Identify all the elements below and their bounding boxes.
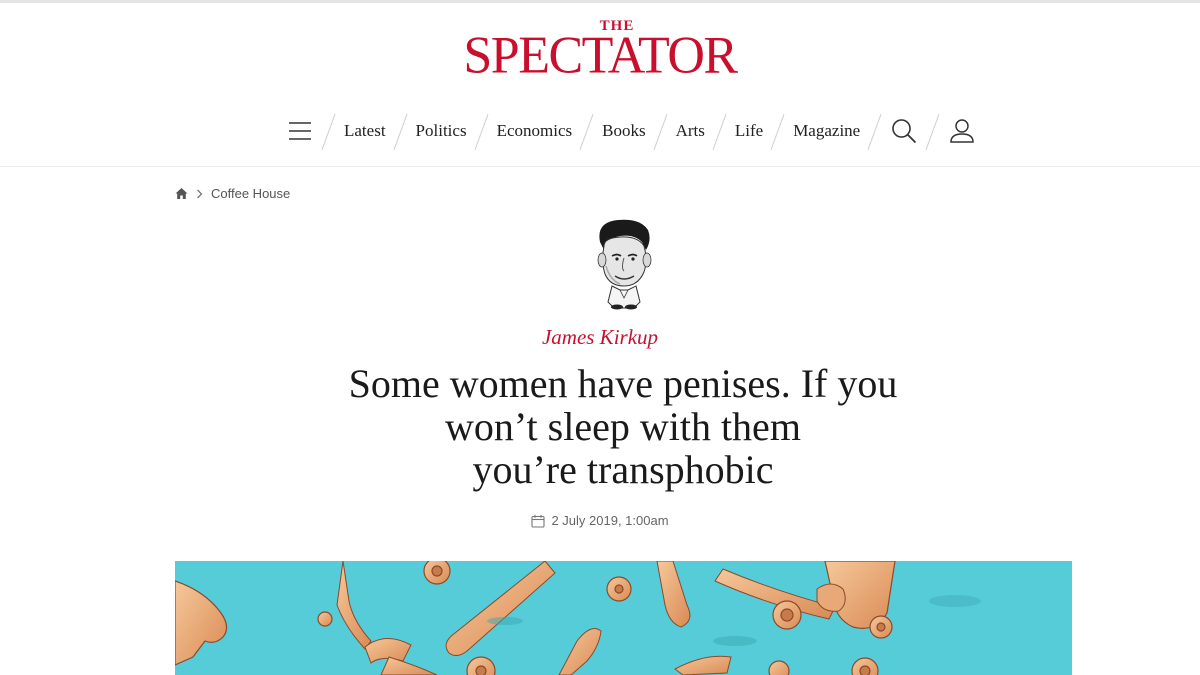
nav-item-politics[interactable]: Politics (416, 121, 467, 141)
site-logo[interactable]: THE SPECTATOR (0, 19, 1200, 85)
article-headline: Some women have penises. If you won’t sl… (300, 362, 946, 491)
author-avatar[interactable] (590, 216, 658, 310)
publish-date: 2 July 2019, 1:00am (0, 513, 1200, 528)
nav-item-life[interactable]: Life (735, 121, 763, 141)
nav-separator (390, 111, 412, 151)
home-icon[interactable] (175, 187, 188, 200)
nav-item-books[interactable]: Books (602, 121, 645, 141)
author-name[interactable]: James Kirkup (0, 325, 1200, 350)
logo-wordmark: SPECTATOR (463, 26, 738, 85)
main-nav-items: Latest Politics Economics Books Arts Lif… (286, 111, 976, 151)
header-divider (0, 166, 1200, 167)
nav-separator (864, 111, 886, 151)
publish-date-text: 2 July 2019, 1:00am (551, 513, 669, 528)
headline-line: you’re transphobic (472, 447, 774, 492)
search-icon[interactable] (890, 111, 918, 151)
chevron-right-icon (196, 189, 203, 199)
nav-item-arts[interactable]: Arts (676, 121, 705, 141)
headline-line: Some women have penises. If you (348, 361, 898, 406)
user-account-icon[interactable] (948, 111, 976, 151)
nav-item-latest[interactable]: Latest (344, 121, 386, 141)
nav-separator (576, 111, 598, 151)
breadcrumb: Coffee House (175, 186, 290, 201)
nav-separator (318, 111, 340, 151)
calendar-icon (531, 514, 546, 528)
main-nav: Latest Politics Economics Books Arts Lif… (0, 111, 1200, 151)
breadcrumb-coffee-house[interactable]: Coffee House (211, 186, 290, 201)
nav-separator (650, 111, 672, 151)
headline-line: won’t sleep with them (445, 404, 801, 449)
nav-separator (922, 111, 944, 151)
nav-item-magazine[interactable]: Magazine (793, 121, 860, 141)
hamburger-menu-icon[interactable] (286, 111, 314, 151)
hero-image (175, 561, 1072, 675)
nav-separator (709, 111, 731, 151)
top-border (0, 0, 1200, 3)
nav-item-economics[interactable]: Economics (497, 121, 573, 141)
nav-separator (767, 111, 789, 151)
nav-separator (471, 111, 493, 151)
